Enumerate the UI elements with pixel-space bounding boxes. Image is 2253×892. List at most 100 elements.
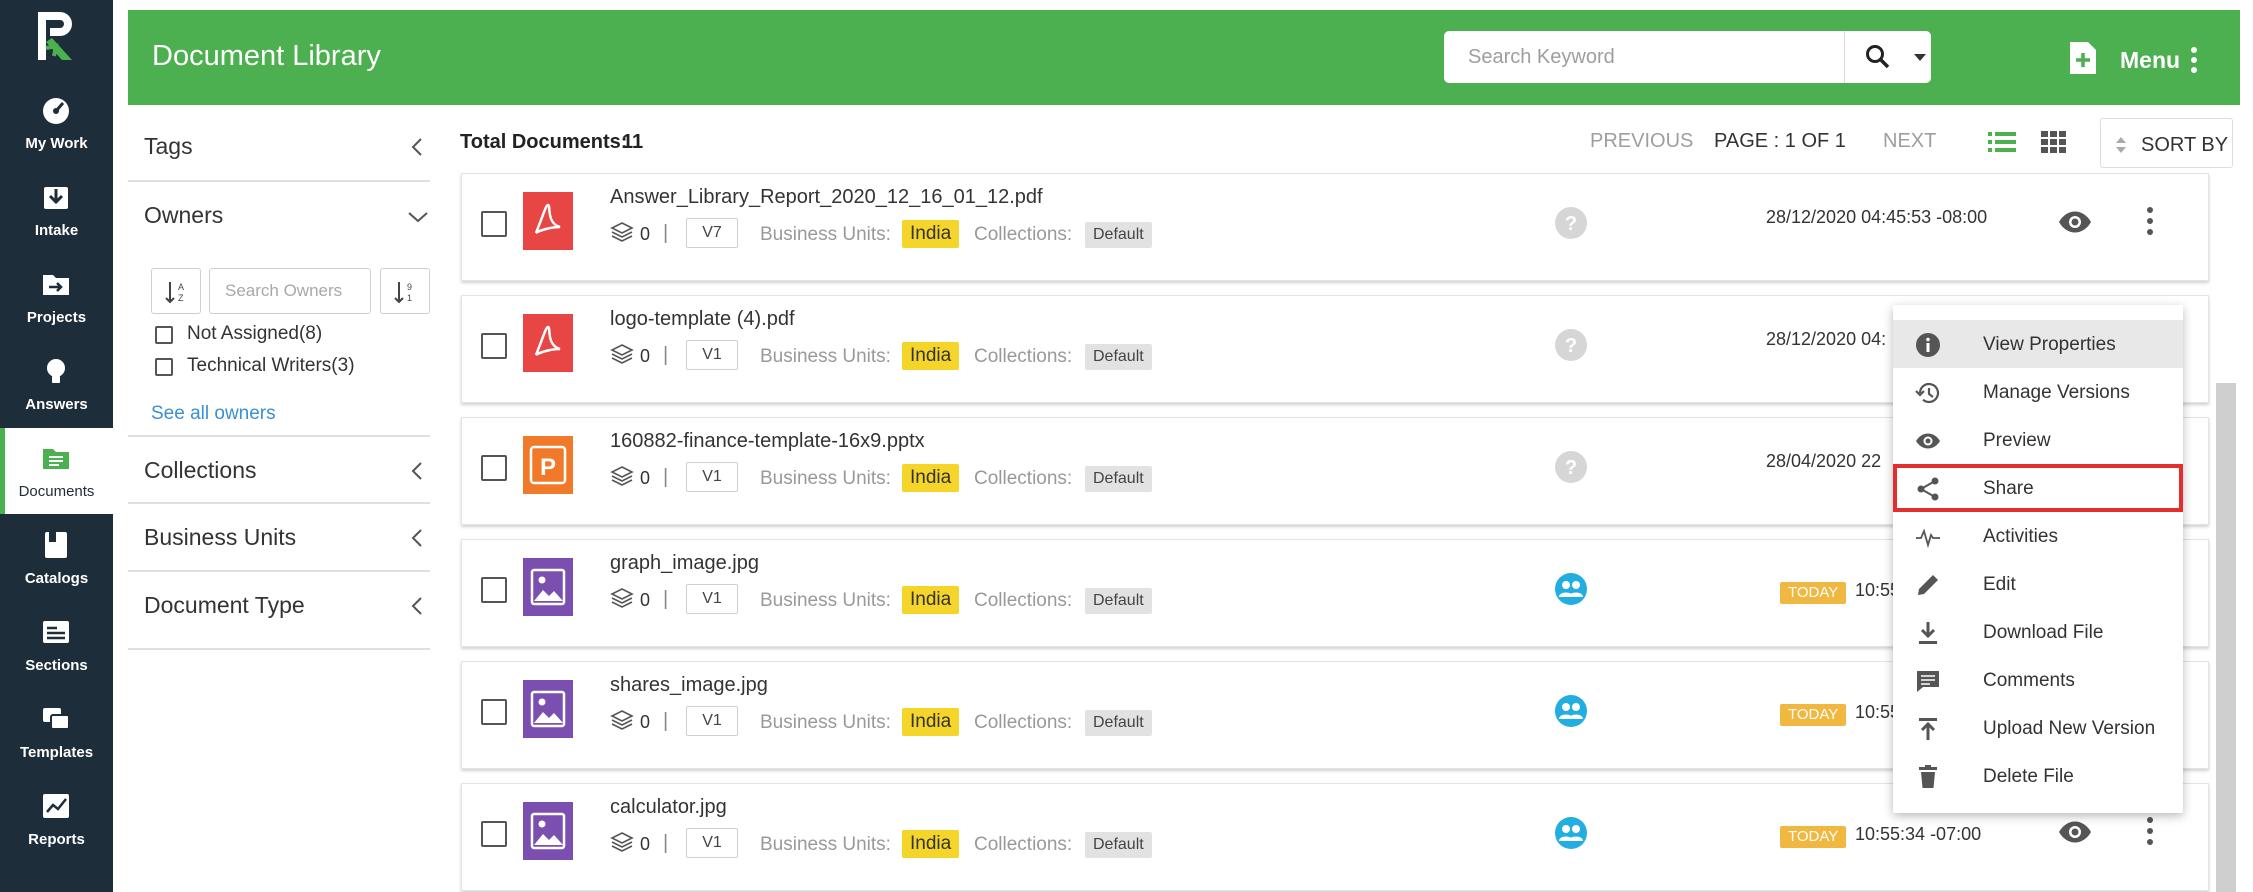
- filter-collections[interactable]: Collections: [128, 435, 430, 504]
- collection-tag: Default: [1085, 466, 1152, 492]
- nav-documents[interactable]: Documents: [0, 428, 113, 514]
- row-checkbox[interactable]: [481, 455, 507, 481]
- version-badge: V1: [686, 340, 738, 370]
- layer-count: 0: [640, 590, 651, 610]
- file-name[interactable]: 160882-finance-template-16x9.pptx: [610, 430, 925, 453]
- sort-arrows-icon: [2116, 137, 2126, 153]
- checkbox[interactable]: [155, 358, 173, 376]
- row-checkbox[interactable]: [481, 211, 507, 237]
- menu-item-view-properties[interactable]: View Properties: [1893, 320, 2183, 368]
- file-name[interactable]: graph_image.jpg: [610, 552, 759, 575]
- eye-icon: [1916, 433, 1940, 449]
- menu-button[interactable]: Menu: [2120, 47, 2180, 74]
- filter-tags[interactable]: Tags: [128, 115, 430, 182]
- svg-text:?: ?: [1565, 213, 1577, 235]
- page-header: Document Library Menu: [128, 10, 2240, 105]
- activity-icon: [1916, 528, 1940, 549]
- add-document-icon[interactable]: [2068, 40, 2098, 76]
- document-toolbar: Total Documents: 11 PREVIOUS PAGE : 1 OF…: [445, 115, 2240, 175]
- sort-alpha-icon: AZ: [165, 282, 184, 304]
- nav-reports[interactable]: Reports: [0, 776, 113, 862]
- search-input[interactable]: [1444, 31, 1844, 83]
- business-unit-tag: India: [902, 586, 960, 614]
- menu-item-label: Upload New Version: [1983, 718, 2156, 739]
- nav-catalogs[interactable]: Catalogs: [0, 515, 113, 601]
- help-circle-icon: ?: [1555, 329, 1587, 361]
- menu-item-upload-new-version[interactable]: Upload New Version: [1893, 704, 2183, 752]
- page-indicator: PAGE : 1 OF 1: [1714, 130, 1846, 152]
- pdf-file-icon: [523, 314, 573, 372]
- menu-item-edit[interactable]: Edit: [1893, 560, 2183, 608]
- chevron-left-icon[interactable]: [407, 460, 429, 482]
- nav-label: Templates: [19, 744, 94, 761]
- nav-projects[interactable]: Projects: [0, 254, 113, 340]
- menu-item-manage-versions[interactable]: Manage Versions: [1893, 368, 2183, 416]
- filter-business-units[interactable]: Business Units: [128, 504, 430, 572]
- business-unit-tag: India: [902, 464, 960, 492]
- row-checkbox[interactable]: [481, 333, 507, 359]
- eye-icon[interactable]: [2057, 209, 2093, 235]
- nav-my-work[interactable]: My Work: [0, 80, 113, 166]
- nav-sections[interactable]: Sections: [0, 602, 113, 688]
- owner-option-label: Not Assigned(8): [187, 323, 323, 344]
- separator: |: [663, 222, 669, 244]
- download-icon: [1919, 622, 1937, 644]
- more-vertical-icon[interactable]: [2145, 206, 2155, 236]
- sort-by-button[interactable]: SORT BY: [2100, 118, 2233, 168]
- modified-time: 10:55:34 -07:00: [1855, 824, 1982, 844]
- more-vertical-icon[interactable]: [2145, 816, 2155, 846]
- folder-arrow-icon: [43, 275, 69, 295]
- nav-label: Reports: [28, 831, 85, 848]
- list-view-icon[interactable]: [1987, 129, 2017, 155]
- app-logo-icon[interactable]: [30, 8, 82, 64]
- svg-text:?: ?: [1565, 457, 1577, 479]
- kebab-menu-icon[interactable]: [2188, 46, 2200, 74]
- menu-item-activities[interactable]: Activities: [1893, 512, 2183, 560]
- layer-count: 0: [640, 834, 651, 854]
- chevron-down-icon[interactable]: [407, 206, 429, 228]
- business-units-label: Business Units:: [760, 346, 891, 367]
- nav-intake[interactable]: Intake: [0, 167, 113, 253]
- collections-label: Collections:: [974, 346, 1073, 367]
- menu-item-download-file[interactable]: Download File: [1893, 608, 2183, 656]
- scrollbar-thumb[interactable]: [2216, 383, 2236, 892]
- see-all-owners-link[interactable]: See all owners: [151, 403, 276, 425]
- search-dropdown-caret[interactable]: [1914, 54, 1926, 61]
- grid-view-icon[interactable]: [2040, 129, 2068, 155]
- today-badge: TODAY: [1780, 704, 1847, 726]
- pdf-file-icon: [523, 192, 573, 250]
- collections-label: Collections:: [974, 468, 1073, 489]
- menu-item-delete-file[interactable]: Delete File: [1893, 752, 2183, 800]
- previous-page-button[interactable]: PREVIOUS: [1590, 130, 1693, 153]
- next-page-button[interactable]: NEXT: [1883, 130, 1936, 153]
- file-name[interactable]: calculator.jpg: [610, 796, 727, 819]
- document-row[interactable]: Answer_Library_Report_2020_12_16_01_12.p…: [461, 173, 2209, 281]
- owner-search-input[interactable]: [209, 268, 371, 314]
- row-checkbox[interactable]: [481, 821, 507, 847]
- chevron-left-icon[interactable]: [407, 136, 429, 158]
- row-checkbox[interactable]: [481, 577, 507, 603]
- search-icon[interactable]: [1864, 43, 1892, 71]
- file-name[interactable]: logo-template (4).pdf: [610, 308, 795, 331]
- menu-item-label: Preview: [1983, 430, 2051, 451]
- filter-sidebar: Tags Owners AZ 91 Not Assigned(8) Techni…: [128, 115, 430, 650]
- checkbox[interactable]: [155, 326, 173, 344]
- file-name[interactable]: Answer_Library_Report_2020_12_16_01_12.p…: [610, 186, 1043, 209]
- menu-item-comments[interactable]: Comments: [1893, 656, 2183, 704]
- trash-icon: [1919, 765, 1937, 788]
- nav-answers[interactable]: Answers: [0, 341, 113, 427]
- nav-label: My Work: [25, 135, 88, 152]
- chevron-left-icon[interactable]: [407, 527, 429, 549]
- row-checkbox[interactable]: [481, 699, 507, 725]
- sort-alpha-asc-button[interactable]: AZ: [151, 268, 201, 314]
- menu-item-share[interactable]: Share: [1893, 464, 2183, 512]
- file-name[interactable]: shares_image.jpg: [610, 674, 768, 697]
- filter-document-type[interactable]: Document Type: [128, 572, 430, 650]
- pencil-icon: [1918, 575, 1938, 595]
- nav-templates[interactable]: Templates: [0, 689, 113, 775]
- chevron-left-icon[interactable]: [407, 595, 429, 617]
- menu-item-label: Delete File: [1983, 766, 2074, 787]
- menu-item-preview[interactable]: Preview: [1893, 416, 2183, 464]
- sort-numeric-button[interactable]: 91: [380, 268, 430, 314]
- eye-icon[interactable]: [2057, 819, 2093, 845]
